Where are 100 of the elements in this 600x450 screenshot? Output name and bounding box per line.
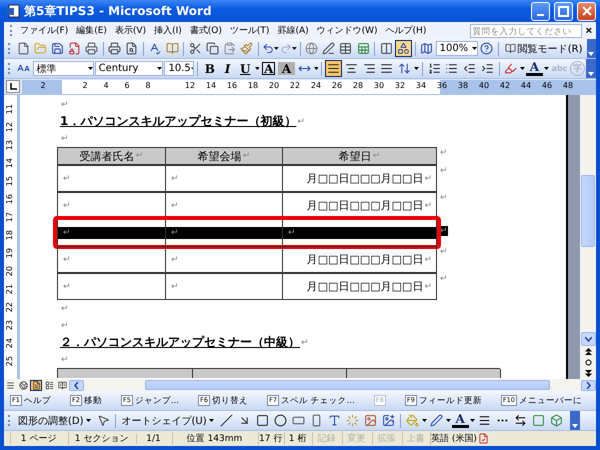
caret-icon[interactable] [86, 419, 91, 422]
copy-icon[interactable] [206, 42, 219, 55]
scroll-down-button[interactable] [580, 332, 596, 346]
clip-art-icon[interactable] [364, 414, 377, 427]
browse-object-icon[interactable] [584, 359, 592, 366]
book-icon[interactable] [504, 43, 516, 54]
menu-item[interactable]: ツール(T) [226, 22, 274, 38]
menu-item[interactable]: ファイル(F) [16, 22, 72, 38]
help-icon[interactable] [480, 42, 494, 55]
print-preview-icon[interactable] [125, 42, 138, 55]
arrange-menu-button[interactable]: 図形の調整(D) [15, 412, 94, 428]
picture-icon[interactable] [382, 414, 395, 427]
caret-icon[interactable] [472, 47, 477, 50]
menu-item[interactable]: 挿入(I) [150, 22, 186, 38]
close-button[interactable] [577, 2, 596, 20]
caret-icon[interactable] [208, 419, 214, 422]
caret-icon[interactable] [254, 67, 260, 70]
pointer-icon[interactable] [96, 414, 110, 427]
rectangle-icon[interactable] [256, 414, 269, 427]
tab-selector[interactable] [6, 80, 20, 93]
menu-item[interactable]: ヘルプ(H) [382, 22, 430, 38]
maximize-button[interactable] [554, 2, 573, 20]
bold-button[interactable]: B [201, 60, 218, 77]
caret-icon[interactable] [422, 419, 427, 422]
character-shading-button[interactable]: A [278, 62, 295, 75]
next-page-icon[interactable] [584, 370, 592, 377]
section-heading: ２．パソコンスキルアップセミナー（中級） [60, 334, 300, 351]
previous-page-icon[interactable] [584, 348, 592, 355]
scroll-right-button[interactable] [581, 380, 596, 390]
caret-icon[interactable] [520, 67, 526, 70]
font-size-field[interactable]: 10.5 [164, 61, 194, 76]
toolbar-options-icon[interactable] [572, 423, 578, 428]
line-style-icon[interactable] [478, 414, 491, 427]
caret-icon[interactable] [190, 67, 194, 70]
style-field[interactable]: 標準 [32, 61, 94, 76]
font-field[interactable]: Century [94, 61, 164, 76]
underline-button[interactable]: U [236, 60, 254, 77]
caret-icon[interactable] [274, 47, 279, 50]
zoom-field[interactable]: 100% [436, 41, 478, 56]
menu-item[interactable]: 編集(E) [72, 22, 111, 38]
save-icon[interactable] [50, 42, 64, 55]
caret-icon[interactable] [157, 67, 162, 70]
autoshapes-menu-button[interactable]: オートシェイプ(U) [118, 412, 217, 428]
italic-button[interactable]: I [219, 60, 236, 77]
scroll-thumb[interactable] [581, 175, 595, 247]
reading-mode-button[interactable]: 閲覧モード(R) [502, 40, 586, 56]
fill-color-icon[interactable] [406, 414, 419, 427]
permission-icon[interactable] [68, 42, 81, 55]
caret-icon[interactable] [470, 419, 475, 422]
close-document-button[interactable]: × [582, 24, 596, 36]
document-map-icon[interactable] [420, 42, 434, 55]
pen-table-icon[interactable] [322, 42, 336, 55]
toolbar-options-icon[interactable] [588, 51, 594, 56]
caret-icon[interactable] [446, 419, 451, 422]
scroll-left-button[interactable] [69, 380, 84, 390]
text-box-icon[interactable] [292, 414, 305, 427]
caret-icon[interactable] [544, 67, 549, 70]
line-color-icon[interactable] [430, 414, 443, 427]
decrease-indent-icon[interactable] [462, 62, 476, 75]
toolbar-options-icon[interactable] [588, 71, 594, 76]
print-icon[interactable] [108, 42, 122, 55]
font-color-button[interactable]: A [526, 61, 543, 76]
caret-icon[interactable] [292, 47, 297, 50]
spreadsheet-icon[interactable] [356, 42, 370, 55]
highlighter-icon[interactable] [504, 62, 518, 75]
ruler-number: 32 [394, 81, 406, 90]
shadow-icon[interactable] [532, 414, 545, 427]
format-painter-icon[interactable] [240, 42, 254, 55]
numbering-icon[interactable] [428, 62, 441, 75]
menu-item[interactable]: 書式(O) [186, 22, 226, 38]
3d-icon[interactable] [550, 414, 563, 427]
undo-icon[interactable] [262, 42, 274, 55]
arrow-style-icon[interactable] [514, 414, 527, 427]
cut-icon[interactable] [188, 42, 202, 55]
wordart-icon[interactable] [328, 414, 341, 427]
vertical-scrollbar[interactable] [580, 95, 596, 379]
character-border-button[interactable]: A [260, 60, 278, 77]
line-spacing-icon[interactable] [398, 62, 412, 75]
caret-icon[interactable] [314, 67, 318, 70]
vertical-ruler[interactable]: 11 12 13 14 15 16 17 18 19 20 21 22 23 24 25 [4, 95, 20, 379]
table-icon[interactable] [339, 42, 352, 55]
horizontal-scroll-thumb[interactable] [145, 380, 550, 390]
menu-item[interactable]: 表示(V) [110, 22, 150, 38]
menu-item[interactable]: 罫線(A) [273, 22, 313, 38]
horizontal-ruler[interactable]: 2 2 4 6 8 12 14 16 18 20 22 24 26 28 30 32 34 36 38 40 42 44 46 48 [22, 80, 596, 94]
new-document-icon[interactable] [16, 42, 30, 55]
caret-icon[interactable] [88, 67, 93, 70]
help-search-field[interactable]: 質問を入力してください [470, 24, 582, 38]
font-color-button[interactable]: A [452, 413, 469, 428]
research-icon[interactable] [166, 42, 179, 55]
menu-item[interactable]: ウィンドウ(W) [312, 22, 382, 38]
date-text: 月□□日□□□月□□日 [306, 198, 424, 213]
caret-icon[interactable] [414, 67, 419, 70]
oval-icon[interactable] [274, 414, 287, 427]
printer-icon[interactable] [85, 42, 98, 55]
spelling-icon[interactable] [148, 42, 162, 55]
increase-indent-icon[interactable] [480, 62, 494, 75]
columns-icon[interactable] [380, 42, 393, 55]
minimize-button[interactable] [531, 2, 550, 20]
line-icon[interactable] [220, 414, 233, 427]
